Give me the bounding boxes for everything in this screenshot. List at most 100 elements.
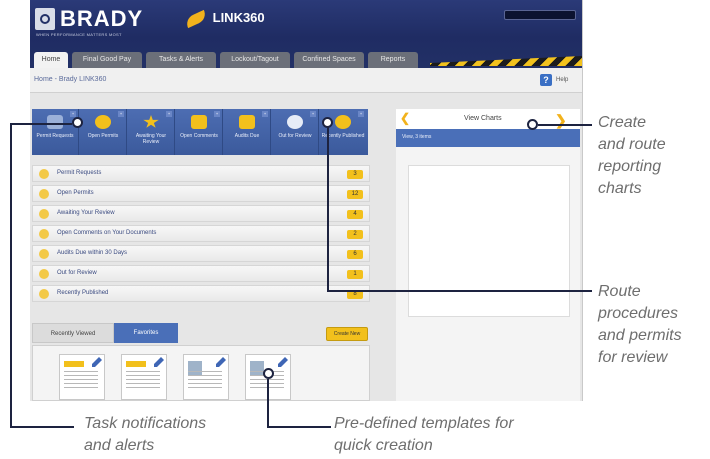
template-tabs: Recently Viewed Favorites Create New (32, 323, 370, 343)
template-card[interactable] (183, 354, 229, 400)
create-new-button[interactable]: Create New (326, 327, 368, 341)
tab-lockout[interactable]: Lockout/Tagout (220, 52, 290, 68)
callout-line: quick creation (334, 437, 433, 454)
tab-tasks-alerts[interactable]: Tasks & Alerts (146, 52, 216, 68)
template-lines (188, 371, 222, 391)
pencil-icon[interactable] (154, 357, 164, 367)
task-row-audits-due[interactable]: Audits Due within 30 Days 6 (32, 245, 370, 262)
charts-panel: ❮ View Charts View, 3 items (396, 109, 580, 401)
callout-line: and route (598, 136, 666, 153)
task-count-badge: 3 (347, 170, 363, 179)
callout-marker (527, 119, 538, 130)
corner-plus-icon: + (358, 111, 364, 117)
quick-audits-due[interactable]: + Audits Due (224, 109, 271, 155)
calendar-icon (239, 115, 255, 129)
clipboard-icon (95, 115, 111, 129)
leader-line (327, 123, 329, 291)
quick-awaiting-review[interactable]: + Awaiting Your Review (128, 109, 175, 155)
task-label: Out for Review (57, 270, 97, 276)
quick-open-permits[interactable]: + Open Permits (80, 109, 127, 155)
quick-label: Permit Requests (36, 133, 74, 139)
task-row-permit-requests[interactable]: Permit Requests 3 (32, 165, 370, 182)
task-list: Permit Requests 3 Open Permits 12 Awaiting… (32, 165, 370, 305)
callout-marker (322, 117, 333, 128)
template-header-icon (64, 361, 84, 367)
quick-label: Open Permits (87, 133, 119, 139)
breadcrumb[interactable]: Home - Brady LINK360 (34, 76, 106, 83)
callout-line: and alerts (84, 437, 155, 454)
task-label: Open Comments on Your Documents (57, 230, 157, 236)
template-gallery (32, 345, 370, 401)
task-row-open-permits[interactable]: Open Permits 12 (32, 185, 370, 202)
breadcrumb-bar: Home - Brady LINK360 ? Help (30, 68, 582, 93)
tab-recently-viewed[interactable]: Recently Viewed (32, 323, 114, 343)
pencil-icon[interactable] (216, 357, 226, 367)
task-count-badge: 1 (347, 270, 363, 279)
tab-final-good-pay[interactable]: Final Good Pay (72, 52, 142, 68)
task-label: Recently Published (57, 290, 109, 296)
charts-subtitle: View, 3 items (402, 134, 432, 140)
task-count-badge: 4 (347, 210, 363, 219)
callout-line: Route (598, 283, 641, 300)
callout-line: for review (598, 349, 668, 366)
task-bullet-icon (39, 289, 49, 299)
people-icon (47, 115, 63, 129)
tab-reports[interactable]: Reports (368, 52, 418, 68)
chevron-left-icon[interactable]: ❮ (400, 111, 410, 125)
quick-actions: + Permit Requests + Open Permits + Await… (32, 109, 368, 155)
callout-charts: Create and route reporting charts (598, 112, 666, 200)
task-bullet-icon (39, 249, 49, 259)
view-charts-title[interactable]: View Charts (464, 115, 502, 122)
product-logo: LINK360 (183, 9, 265, 28)
pencil-icon[interactable] (278, 357, 288, 367)
task-label: Awaiting Your Review (57, 210, 115, 216)
published-icon (335, 115, 351, 129)
leader-line (267, 426, 331, 428)
callout-line: Create (598, 114, 647, 131)
app-screenshot: BRADY WHEN PERFORMANCE MATTERS MOST LINK… (30, 0, 583, 401)
chevron-right-icon[interactable]: ❯ (555, 112, 567, 129)
tab-confined-spaces[interactable]: Confined Spaces (294, 52, 364, 68)
quick-label: Open Comments (180, 133, 218, 139)
task-bullet-icon (39, 189, 49, 199)
quick-open-comments[interactable]: + Open Comments (176, 109, 223, 155)
charts-panel-header: ❮ View Charts (396, 109, 580, 130)
tab-favorites[interactable]: Favorites (114, 323, 178, 343)
corner-plus-icon: + (214, 111, 220, 117)
user-menu[interactable] (504, 10, 576, 20)
product-name: LINK360 (212, 10, 265, 25)
task-label: Open Permits (57, 190, 94, 196)
callout-marker (72, 117, 83, 128)
callout-line: Task notifications (84, 415, 207, 432)
callout-tasks: Task notifications and alerts (84, 413, 206, 457)
chart-area (408, 165, 570, 317)
leader-line (10, 426, 74, 428)
task-row-open-comments[interactable]: Open Comments on Your Documents 2 (32, 225, 370, 242)
corner-plus-icon: + (118, 111, 124, 117)
task-count-badge: 12 (347, 190, 363, 199)
task-label: Permit Requests (57, 170, 102, 176)
task-row-out-for-review[interactable]: Out for Review 1 (32, 265, 370, 282)
callout-line: Pre-defined templates for (334, 415, 514, 432)
leader-line (10, 123, 72, 125)
task-row-awaiting-review[interactable]: Awaiting Your Review 4 (32, 205, 370, 222)
help-label[interactable]: Help (556, 77, 568, 83)
template-card[interactable] (121, 354, 167, 400)
task-bullet-icon (39, 269, 49, 279)
corner-plus-icon: + (262, 111, 268, 117)
callout-line: reporting (598, 158, 662, 175)
quick-permit-requests[interactable]: + Permit Requests (32, 109, 79, 155)
template-header-icon (126, 361, 146, 367)
pencil-icon[interactable] (92, 357, 102, 367)
tab-home[interactable]: Home (34, 52, 68, 68)
help-icon[interactable]: ? (540, 74, 552, 86)
leader-line (10, 123, 12, 428)
template-card[interactable] (59, 354, 105, 400)
quick-out-for-review[interactable]: + Out for Review (272, 109, 319, 155)
brand-name: BRADY (60, 6, 144, 31)
quick-label: Out for Review (278, 133, 312, 139)
task-bullet-icon (39, 169, 49, 179)
task-count-badge: 6 (347, 250, 363, 259)
task-count-badge: 2 (347, 230, 363, 239)
task-row-recently-published[interactable]: Recently Published 8 (32, 285, 370, 302)
